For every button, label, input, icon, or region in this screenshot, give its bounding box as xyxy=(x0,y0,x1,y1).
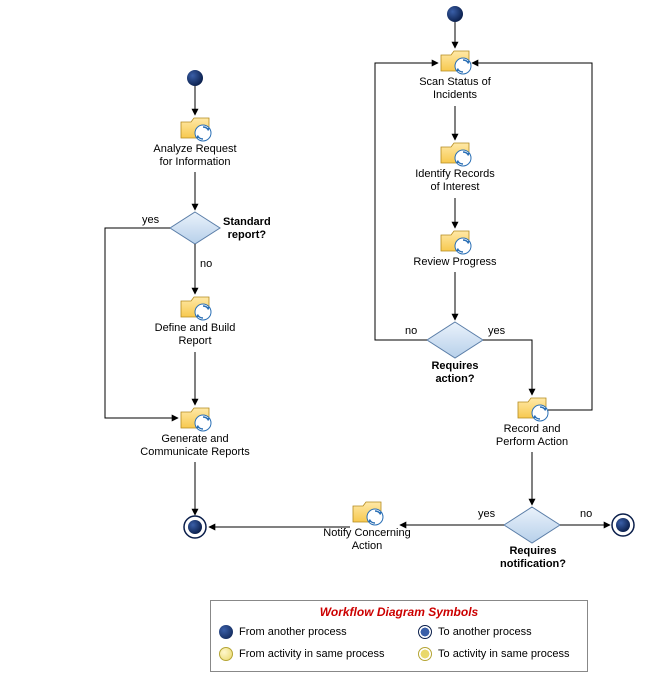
legend-label: From activity in same process xyxy=(239,648,384,660)
legend-title: Workflow Diagram Symbols xyxy=(219,605,579,619)
start-node xyxy=(187,70,203,86)
legend-item-to-another: To another process xyxy=(418,625,579,639)
edge-label-yes: yes xyxy=(488,325,505,337)
flow-arrow xyxy=(375,63,438,340)
decision-label: Requiresaction? xyxy=(430,360,480,386)
decision-label: Requiresnotification? xyxy=(498,545,568,571)
start-node xyxy=(447,6,463,22)
activity-icon xyxy=(518,398,548,421)
decision-node xyxy=(504,507,560,543)
edge-label-no: no xyxy=(405,325,417,337)
activity-icon xyxy=(353,502,383,525)
activity-label: Record andPerform Action xyxy=(482,423,582,449)
activity-icon xyxy=(181,297,211,320)
activity-label: Identify Recordsof Interest xyxy=(405,168,505,194)
start-symbol-icon xyxy=(219,625,233,639)
legend-item-from-same: From activity in same process xyxy=(219,647,394,661)
activity-label: Define and BuildReport xyxy=(145,322,245,348)
end-node xyxy=(188,520,202,534)
activity-label: Analyze Requestfor Information xyxy=(145,143,245,169)
legend-label: To activity in same process xyxy=(438,648,569,660)
decision-label: Standardreport? xyxy=(223,216,271,242)
diagram-canvas xyxy=(0,0,652,685)
edge-label-no: no xyxy=(580,508,592,520)
legend-item-to-same: To activity in same process xyxy=(418,647,579,661)
activity-label: Generate andCommunicate Reports xyxy=(135,433,255,459)
activity-label: Review Progress xyxy=(405,256,505,269)
legend-label: To another process xyxy=(438,626,532,638)
end-node xyxy=(616,518,630,532)
legend-label: From another process xyxy=(239,626,347,638)
legend-item-from-another: From another process xyxy=(219,625,394,639)
legend-box: Workflow Diagram Symbols From another pr… xyxy=(210,600,588,672)
activity-icon xyxy=(441,231,471,254)
decision-node xyxy=(427,322,483,358)
activity-label: Scan Status ofIncidents xyxy=(405,76,505,102)
edge-label-no: no xyxy=(200,258,212,270)
edge-label-yes: yes xyxy=(142,214,159,226)
activity-label: Notify ConcerningAction xyxy=(317,527,417,553)
activity-icon xyxy=(181,408,211,431)
activity-icon xyxy=(441,143,471,166)
edge-label-yes: yes xyxy=(478,508,495,520)
activity-icon xyxy=(441,51,471,74)
flow-arrow xyxy=(483,340,532,395)
from-same-symbol-icon xyxy=(219,647,233,661)
end-symbol-icon xyxy=(418,625,432,639)
activity-icon xyxy=(181,118,211,141)
to-same-symbol-icon xyxy=(418,647,432,661)
decision-node xyxy=(170,212,220,244)
